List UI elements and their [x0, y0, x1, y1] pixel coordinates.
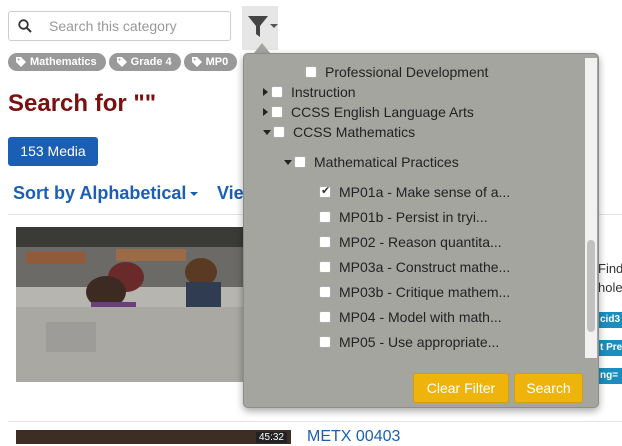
video-thumbnail[interactable]: 45:32	[16, 430, 291, 444]
filter-checkbox[interactable]	[305, 66, 317, 78]
filter-checkbox[interactable]	[319, 311, 331, 323]
media-count-button[interactable]: 153 Media	[8, 137, 98, 166]
filter-checkbox[interactable]	[319, 184, 331, 198]
tag-label: Grade 4	[130, 56, 172, 68]
tag-icon	[116, 57, 127, 67]
filter-scrollbar-thumb[interactable]	[587, 240, 595, 332]
category-search-box[interactable]	[8, 11, 231, 41]
tag-label: MP0	[205, 56, 229, 68]
filter-item-label: MP01b - Persist in tryi...	[339, 209, 488, 225]
filter-checkbox[interactable]	[319, 286, 331, 298]
filter-checkbox[interactable]	[271, 106, 283, 118]
filter-tree-item[interactable]: MP03b - Critique mathem...	[319, 283, 510, 301]
collapse-arrow-icon[interactable]	[263, 129, 271, 135]
filter-tree-item[interactable]: MP03a - Construct mathe...	[319, 258, 510, 276]
divider	[8, 421, 622, 422]
filter-item-label: MP05 - Use appropriate...	[339, 334, 500, 350]
category-search-input[interactable]	[47, 17, 227, 35]
filter-item-label: CCSS Mathematics	[293, 124, 416, 140]
tag-chip[interactable]: Mathematics	[8, 53, 106, 71]
tag-icon	[16, 57, 26, 67]
filter-checkbox[interactable]	[319, 336, 331, 348]
result-description-fragment: Find	[598, 261, 622, 276]
chevron-down-icon	[190, 192, 199, 197]
tag-chip[interactable]: MP0	[183, 53, 238, 71]
filter-item-label: MP01a - Make sense of a...	[339, 184, 511, 200]
filter-tree-item[interactable]: MP04 - Model with math...	[319, 308, 502, 326]
filter-checkbox[interactable]	[273, 126, 285, 138]
result-badge: ng=	[598, 368, 622, 384]
clear-filter-button[interactable]: Clear Filter	[413, 373, 509, 403]
filter-checkbox[interactable]	[319, 236, 331, 248]
filter-item-label: MP03b - Critique mathem...	[339, 284, 511, 300]
dropdown-pointer	[254, 43, 270, 53]
filter-checkbox[interactable]	[319, 261, 331, 273]
video-duration: 45:32	[255, 432, 287, 443]
filter-checkbox[interactable]	[319, 211, 331, 223]
result-title-link[interactable]: METX 00403	[307, 428, 400, 446]
filter-tree-item[interactable]: MP01a - Make sense of a...	[319, 183, 510, 201]
filter-tree-item[interactable]: CCSS Mathematics	[263, 123, 415, 141]
chevron-down-icon	[270, 24, 278, 28]
filter-checkbox[interactable]	[271, 86, 283, 98]
tag-icon	[191, 57, 202, 67]
filter-item-label: Professional Development	[325, 64, 489, 80]
filter-item-label: MP02 - Reason quantita...	[339, 234, 502, 250]
filter-item-label: MP03a - Construct mathe...	[339, 259, 511, 275]
collapse-arrow-icon[interactable]	[284, 159, 292, 165]
result-badge: cid3	[598, 312, 622, 328]
filter-tree-item[interactable]: MP05 - Use appropriate...	[319, 333, 499, 351]
result-badge: t Pre	[598, 340, 622, 356]
search-button[interactable]: Search	[514, 373, 583, 403]
expand-arrow-icon[interactable]	[263, 88, 268, 96]
filter-tree-item[interactable]: Mathematical Practices	[284, 153, 459, 171]
filter-tree-item[interactable]: MP02 - Reason quantita...	[319, 233, 502, 251]
result-description-fragment: hole	[598, 280, 622, 295]
filter-item-label: CCSS English Language Arts	[291, 104, 474, 120]
filter-item-label: Instruction	[291, 84, 356, 100]
filter-tree-item[interactable]: MP01b - Persist in tryi...	[319, 208, 488, 226]
view-toggle[interactable]: Vie	[217, 183, 244, 204]
filter-tree-item[interactable]: Professional Development	[305, 63, 488, 81]
filter-tree-item[interactable]: CCSS English Language Arts	[263, 103, 474, 121]
filter-funnel-icon	[248, 16, 268, 37]
filter-tree-item[interactable]: Instruction	[263, 83, 356, 101]
filter-item-label: Mathematical Practices	[314, 154, 459, 170]
tag-chip[interactable]: Grade 4	[108, 53, 181, 71]
filter-item-label: MP04 - Model with math...	[339, 309, 502, 325]
video-thumbnail[interactable]	[16, 227, 244, 382]
page-title: Search for ""	[8, 90, 157, 117]
expand-arrow-icon[interactable]	[263, 108, 268, 116]
classroom-image	[16, 227, 244, 382]
tag-label: Mathematics	[30, 56, 97, 68]
sort-label: Sort by Alphabetical	[13, 183, 187, 203]
sort-dropdown[interactable]: Sort by Alphabetical	[13, 183, 199, 204]
search-icon	[18, 19, 32, 33]
active-tags: Mathematics Grade 4 MP0	[8, 53, 238, 71]
filter-checkbox[interactable]	[294, 156, 306, 168]
